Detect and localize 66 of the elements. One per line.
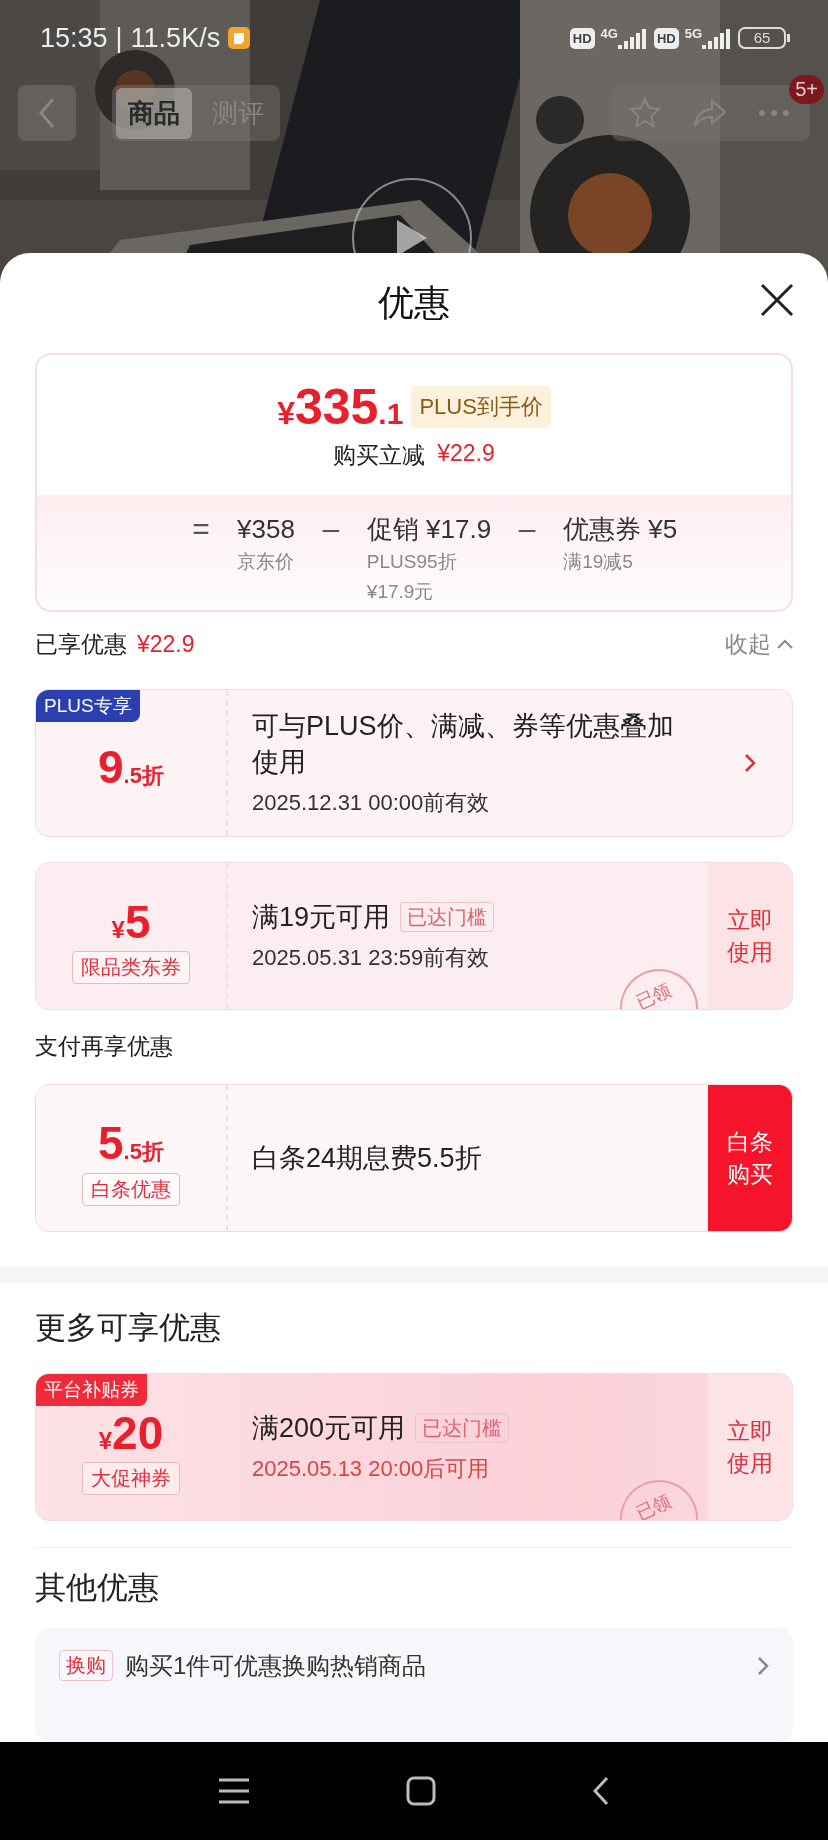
home-icon <box>406 1775 436 1806</box>
back-icon <box>37 96 57 130</box>
coupon-condition: 白条24期息费5.5折 <box>252 1141 482 1175</box>
chevron-right-icon <box>757 1656 769 1677</box>
coupon-condition: 满200元可用 <box>252 1412 406 1446</box>
discount-price: ¥335.1 <box>277 378 404 437</box>
back-icon <box>593 1775 610 1806</box>
tab[interactable]: 商品 <box>116 87 192 139</box>
collapse-toggle[interactable]: 收起 <box>725 628 793 660</box>
network-speed: 11.5K/s <box>130 22 221 54</box>
saving-amount: ¥22.9 <box>137 630 195 658</box>
corner-tag: PLUS专享 <box>36 689 140 722</box>
network-type: 4G <box>600 27 618 40</box>
section-heading: 其他优惠 <box>34 1569 160 1608</box>
signal-icon <box>702 27 732 49</box>
coupon-condition: 可与PLUS价、满减、券等优惠叠加使用 <box>252 709 675 779</box>
signal-icon <box>617 27 648 49</box>
chevron-right-icon <box>744 752 756 773</box>
use-now-button[interactable]: 立即使用 <box>708 1374 792 1521</box>
breakdown-note: ¥17.9元 <box>366 579 435 604</box>
saving-amount: ¥22.9 <box>437 440 495 469</box>
chevron-up-icon <box>777 639 793 650</box>
separator-text: | <box>115 22 123 54</box>
operator-sign: – <box>321 512 341 547</box>
coupon-type-tag: 白条优惠 <box>82 1172 180 1206</box>
breakdown-value: 优惠券 ¥5 <box>563 512 678 545</box>
offer-text: 购买1件可优惠换购热销商品 <box>125 1651 427 1682</box>
threshold-badge: 已达门槛 <box>415 1413 510 1444</box>
section-label: 支付再享优惠 <box>34 1032 174 1062</box>
home-button[interactable] <box>406 1775 436 1806</box>
back-button[interactable] <box>593 1775 610 1806</box>
corner-tag: 平台补贴券 <box>36 1374 147 1407</box>
menu-button[interactable] <box>218 1777 249 1804</box>
breakdown-label: PLUS95折 <box>366 549 458 574</box>
discount-amount: ¥20 <box>98 1409 164 1456</box>
threshold-badge: 已达门槛 <box>400 902 495 933</box>
operator-sign: = <box>191 512 211 547</box>
star-icon[interactable] <box>628 96 662 130</box>
offer-row[interactable]: 换购 购买1件可优惠换购热销商品 <box>35 1628 793 1742</box>
price-tag: PLUS到手价 <box>411 386 551 429</box>
coupon-type-tag: 大促神券 <box>82 1461 180 1495</box>
network-type: 5G <box>684 27 702 40</box>
operator-sign: – <box>517 512 537 547</box>
coupon-type-tag: 限品类东券 <box>72 950 190 984</box>
breakdown-value: ¥358 <box>237 512 295 545</box>
sheet-title: 优惠 <box>378 280 450 325</box>
saving-label: 购买立减 <box>333 441 426 471</box>
section-heading: 更多可享优惠 <box>34 1308 222 1347</box>
buy-button[interactable]: 白条购买 <box>708 1084 792 1231</box>
coupon-condition: 满19元可用 <box>252 901 391 935</box>
clock-time: 15:35 <box>40 22 108 54</box>
breakdown-value: 促销 ¥17.9 <box>366 512 492 545</box>
breakdown-label: 京东价 <box>237 549 295 574</box>
validity-date: 2025.12.31 00:00前有效 <box>252 788 491 817</box>
offer-tag: 换购 <box>59 1650 113 1682</box>
validity-date: 2025.05.13 20:00后可用 <box>252 1455 491 1484</box>
discount-amount: 5.5折 <box>98 1119 164 1167</box>
discount-amount: 9.5折 <box>98 744 164 792</box>
breakdown-label: 满19减5 <box>563 549 634 574</box>
notification-icon <box>228 27 251 49</box>
close-icon <box>760 283 794 318</box>
menu-icon <box>218 1777 249 1804</box>
validity-date: 2025.05.31 23:59前有效 <box>252 944 491 973</box>
section-label: 已享优惠 <box>35 629 127 659</box>
use-now-button[interactable]: 立即使用 <box>708 863 792 1010</box>
discount-amount: ¥5 <box>111 898 151 945</box>
